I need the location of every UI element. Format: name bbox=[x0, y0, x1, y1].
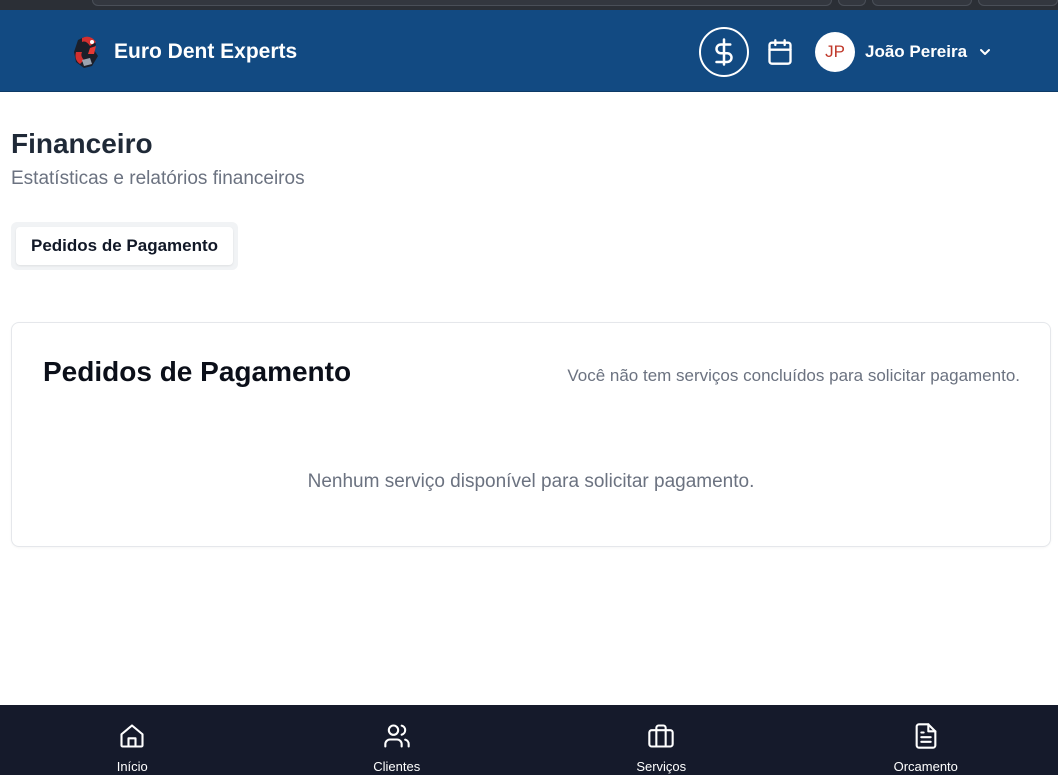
nav-label: Início bbox=[116, 759, 148, 774]
home-icon bbox=[120, 724, 144, 748]
tab-pedidos-de-pagamento[interactable]: Pedidos de Pagamento bbox=[16, 227, 234, 265]
bottom-navigation: Início Clientes Serviços Orcamento bbox=[0, 705, 1058, 775]
document-icon bbox=[915, 723, 937, 749]
browser-button-edge bbox=[838, 0, 866, 6]
brand[interactable]: Euro Dent Experts bbox=[70, 34, 297, 70]
nav-item-inicio[interactable]: Início bbox=[0, 705, 265, 775]
user-menu[interactable]: JP João Pereira bbox=[815, 32, 993, 72]
page-title: Financeiro bbox=[11, 128, 153, 159]
nav-label: Orcamento bbox=[893, 759, 958, 774]
browser-button-edge bbox=[978, 0, 1058, 6]
nav-item-orcamento[interactable]: Orcamento bbox=[794, 705, 1058, 775]
card-title: Pedidos de Pagamento bbox=[43, 356, 352, 387]
card-description: Você não tem serviços concluídos para so… bbox=[567, 366, 1020, 385]
payment-requests-card: Pedidos de Pagamento Você não tem serviç… bbox=[11, 322, 1051, 547]
calendar-button[interactable] bbox=[764, 36, 796, 68]
dollar-icon bbox=[715, 38, 733, 66]
nav-item-servicos[interactable]: Serviços bbox=[529, 705, 794, 775]
chevron-down-icon bbox=[980, 49, 991, 55]
nav-label: Serviços bbox=[636, 759, 687, 774]
browser-chrome-strip bbox=[0, 0, 1058, 10]
avatar: JP bbox=[815, 32, 855, 72]
nav-label: Clientes bbox=[373, 759, 421, 774]
tabs-list: Pedidos de Pagamento bbox=[11, 222, 239, 270]
calendar-icon bbox=[768, 39, 792, 65]
financeiro-button[interactable] bbox=[699, 27, 749, 77]
address-bar-edge bbox=[92, 0, 832, 6]
brand-name: Euro Dent Experts bbox=[114, 40, 298, 63]
users-icon bbox=[384, 724, 410, 748]
empty-state-message: Nenhum serviço disponível para solicitar… bbox=[307, 471, 755, 492]
top-header: Euro Dent Experts JP João Pereira bbox=[0, 10, 1058, 92]
briefcase-icon bbox=[648, 724, 674, 748]
user-name: João Pereira bbox=[865, 42, 968, 61]
browser-button-edge bbox=[872, 0, 972, 6]
page-subtitle: Estatísticas e relatórios financeiros bbox=[11, 168, 305, 189]
brand-logo-icon bbox=[74, 36, 98, 68]
nav-item-clientes[interactable]: Clientes bbox=[265, 705, 530, 775]
